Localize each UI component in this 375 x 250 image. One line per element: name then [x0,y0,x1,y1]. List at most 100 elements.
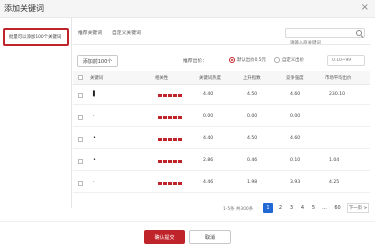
relevance-segment [168,116,172,119]
relevance-segment [158,182,162,185]
cell-rise: 1.98 [247,180,258,185]
cell-heat: 4.40 [203,136,214,141]
row-checkbox[interactable] [78,93,83,98]
cell-rise: 0.46 [247,158,258,163]
page-2-button[interactable]: 2 [276,203,285,213]
relevance-segment [163,138,167,141]
cell-heat: 2.86 [203,158,214,163]
search-icon[interactable] [356,30,362,36]
confirm-submit-button[interactable]: 确认提交 [144,230,185,244]
relevance-segment [173,116,177,119]
cell-competition: 4.60 [290,136,301,141]
keyword-cell: ▌ [93,91,97,97]
relevance-segment [173,94,177,97]
cell-avg-bid: 4.25 [329,180,340,185]
cell-competition: 0.10 [290,158,301,163]
header-rise: 上升指数 [243,76,261,81]
pagination-info: 1-5条 共300条 [223,207,254,212]
relevance-segment [173,160,177,163]
page-ellipsis: ... [322,205,327,211]
relevance-segment [163,160,167,163]
tab-custom-keywords[interactable]: 自定义关键词 [112,29,141,36]
relevance-segment [168,94,172,97]
page-4-button[interactable]: 4 [298,203,307,213]
next-page-button[interactable]: 下一页 > [347,203,369,213]
radio-custom-bid[interactable] [274,57,280,63]
relevance-segment [173,138,177,141]
cell-competition: 3.93 [290,180,301,185]
cell-rise: 0.00 [247,114,258,119]
relevance-segment [158,160,162,163]
relevance-segment [158,138,162,141]
cancel-button[interactable]: 取消 [189,230,231,244]
table-row: · 0.00 0.00 0.00 [73,107,370,127]
select-all-checkbox[interactable] [78,75,83,80]
keyword-cell: · [93,179,95,185]
relevance-bar [158,160,188,164]
relevance-segment [163,182,167,185]
dialog-title-bar: 添加关键词 × [0,0,375,18]
relevance-segment [178,138,182,141]
keyword-cell: • [93,157,96,163]
relevance-segment [158,94,162,97]
relevance-segment [173,182,177,185]
header-heat: 关键词热度 [199,76,221,81]
cell-competition: 4.60 [290,92,301,97]
table-row: ▌ 4.40 4.50 4.60 230.10 [73,85,370,105]
cell-rise: 4.50 [247,92,258,97]
relevance-bar [158,116,188,120]
cell-rise: 4.50 [247,136,258,141]
relevance-segment [178,182,182,185]
relevance-segment [168,138,172,141]
search-box[interactable] [285,28,365,48]
row-checkbox[interactable] [78,115,83,120]
relevance-bar [158,138,188,142]
cell-avg-bid: 1.04 [329,158,340,163]
relevance-segment [178,116,182,119]
add-top-100-button[interactable]: 添加前100个 [77,55,118,67]
relevance-segment [178,94,182,97]
radio-default-bid-label: 默认出价0.5元 [237,58,266,63]
relevance-segment [158,116,162,119]
header-avg-bid: 市场平均出价 [325,76,352,81]
row-checkbox[interactable] [78,181,83,186]
tab-recommended-keywords[interactable]: 推荐关键词 [78,29,102,36]
row-checkbox[interactable] [78,137,83,142]
cell-competition: 0.00 [290,114,301,119]
relevance-segment [168,160,172,163]
close-icon[interactable]: × [361,2,369,14]
cell-avg-bid: 230.10 [329,92,346,97]
relevance-segment [163,116,167,119]
relevance-segment [178,160,182,163]
table-row: • 4.40 4.50 4.60 [73,129,370,149]
radio-custom-bid-label: 自定义出价 [282,58,304,63]
row-checkbox[interactable] [78,159,83,164]
header-relevance: 相关性 [155,76,169,81]
cell-heat: 4.40 [203,92,214,97]
relevance-bar [158,94,188,98]
table-row: • 2.86 0.46 0.10 1.04 [73,151,370,171]
left-panel-selected-label: 批量可以添加100个关键词 [9,35,62,40]
keyword-cell: • [93,135,96,141]
radio-default-bid[interactable] [229,57,235,63]
table-header: 关键词 相关性 关键词热度 上升指数 竞争强度 市场平均出价 [73,71,370,85]
page-60-button[interactable]: 60 [333,203,342,213]
table-row: · 4.46 1.98 3.93 4.25 [73,173,370,193]
cell-heat: 0.00 [203,114,214,119]
left-panel-selected-item[interactable]: 批量可以添加100个关键词 [3,28,69,46]
keyword-cell: · [93,113,95,119]
page-3-button[interactable]: 3 [287,203,296,213]
relevance-segment [163,94,167,97]
custom-bid-input[interactable] [327,55,365,66]
relevance-segment [168,182,172,185]
header-competition: 竞争强度 [286,76,304,81]
cell-heat: 4.46 [203,180,214,185]
relevance-bar [158,182,188,186]
left-panel: 批量可以添加100个关键词 [0,18,72,208]
dialog-title: 添加关键词 [4,4,44,13]
page-5-button[interactable]: 5 [309,203,318,213]
footer-divider [0,221,375,222]
bid-label: 推荐出价： [183,59,207,64]
divider [73,44,370,45]
page-1-button[interactable]: 1 [263,203,273,213]
